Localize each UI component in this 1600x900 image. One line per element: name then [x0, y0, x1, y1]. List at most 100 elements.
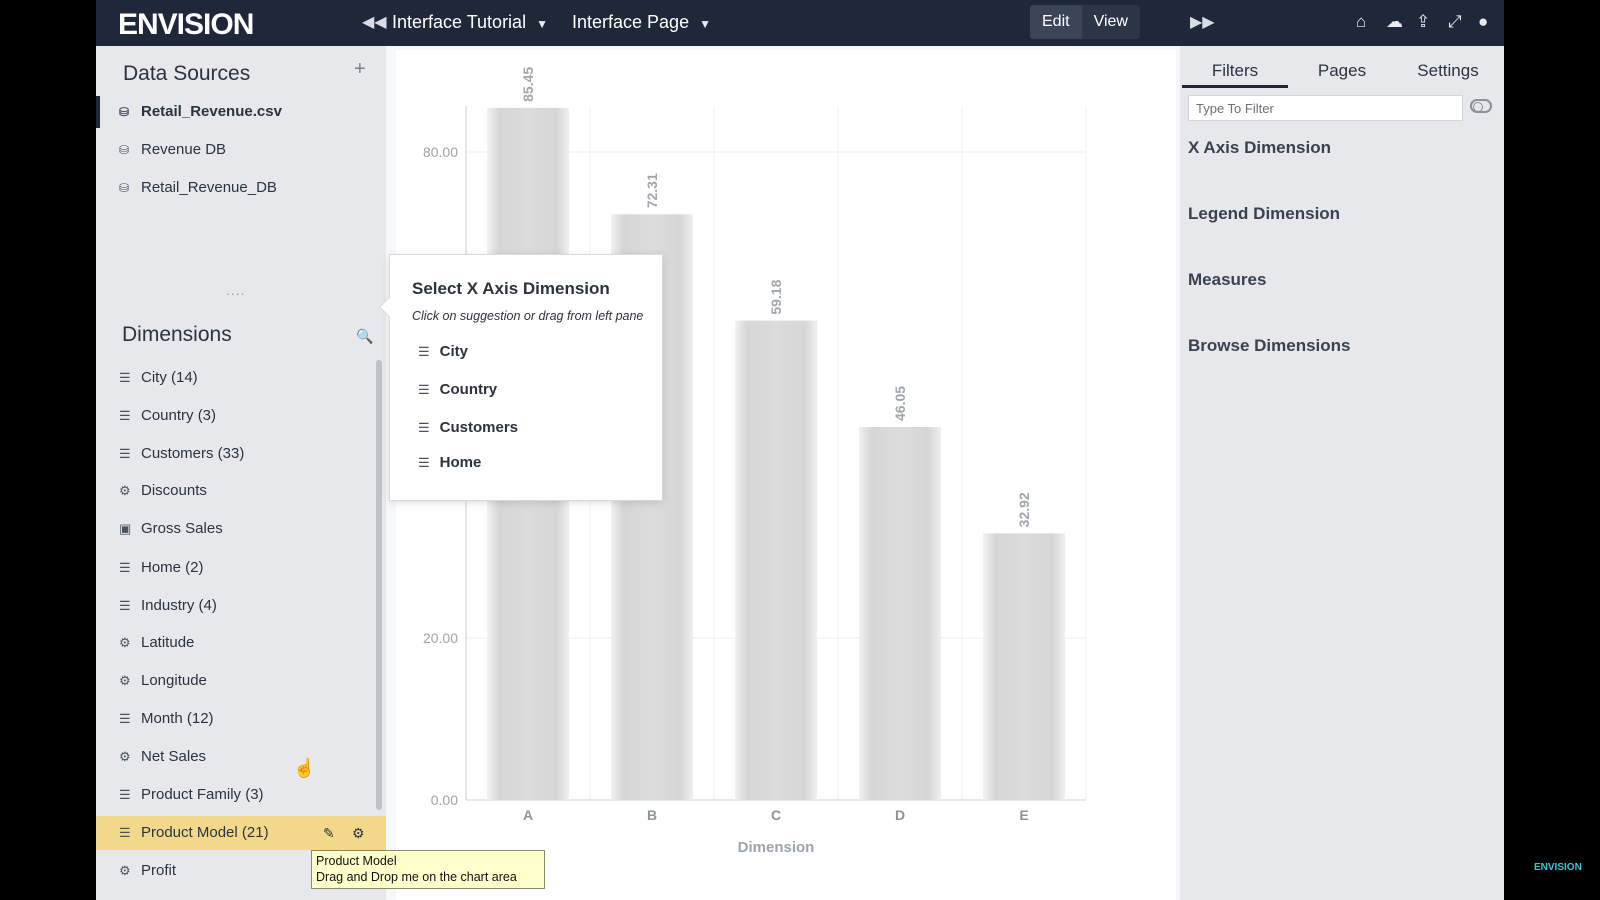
tab-settings[interactable]: Settings — [1396, 54, 1500, 88]
suggestion-label: Customers — [439, 419, 519, 436]
dimension-label: Product Model (21) — [141, 824, 269, 841]
dimension-item[interactable]: ☰ Industry (4) — [96, 589, 386, 623]
add-data-source-button[interactable]: + — [354, 58, 366, 81]
double-chevron-right-icon[interactable]: ▶▶ — [1190, 12, 1215, 32]
dimension-label: Month (12) — [141, 710, 214, 727]
list-icon: ☰ — [119, 711, 131, 726]
dimension-item[interactable]: ⚙ Latitude — [96, 626, 386, 660]
x-tick-label: B — [647, 807, 657, 823]
caret-down-icon: ▼ — [536, 17, 548, 31]
y-tick-label: 0.00 — [431, 792, 458, 808]
data-label: 72.31 — [644, 173, 660, 208]
tab-pages[interactable]: Pages — [1292, 54, 1392, 88]
dimension-item[interactable]: ☰ Customers (33) — [96, 437, 386, 471]
home-icon[interactable]: ⌂ — [1356, 12, 1366, 32]
search-icon[interactable]: 🔍 — [356, 328, 373, 345]
dimension-item[interactable]: ☰ Product Family (3) — [96, 778, 386, 812]
x-axis-dimension-section[interactable]: X Axis Dimension — [1188, 138, 1331, 158]
dimension-item[interactable]: ☰ Home (2) — [96, 551, 386, 585]
dimension-item[interactable]: ☰ Country (3) — [96, 399, 386, 433]
list-icon: ☰ — [418, 382, 430, 397]
data-source-item[interactable]: ⛁ Retail_Revenue_DB — [96, 172, 386, 204]
dimension-label: Net Sales — [141, 748, 207, 765]
drag-hint-tooltip: Product Model Drag and Drop me on the ch… — [311, 850, 545, 889]
page-dropdown-label: Interface Page — [572, 12, 690, 32]
x-tick-label: E — [1019, 807, 1028, 823]
list-icon: ☰ — [119, 560, 131, 575]
dimension-label: Country (3) — [141, 407, 217, 424]
gear-icon: ⚙ — [119, 483, 131, 498]
y-tick-label: 80.00 — [423, 144, 458, 160]
tab-filters[interactable]: Filters — [1182, 54, 1288, 88]
tooltip-text: Drag and Drop me on the chart area — [316, 870, 517, 884]
data-sources-title: Data Sources — [123, 62, 251, 85]
suggestion-item[interactable]: ☰ Customers — [418, 419, 518, 436]
list-icon: ☰ — [119, 825, 131, 840]
view-button[interactable]: View — [1081, 5, 1140, 39]
money-icon: ▣ — [119, 521, 132, 536]
database-icon: ⛁ — [119, 143, 130, 157]
dimension-label: Home (2) — [141, 559, 204, 576]
list-icon: ☰ — [119, 787, 131, 802]
double-chevron-left-icon[interactable]: ◀◀ — [362, 12, 387, 32]
x-axis-suggestion-popover: Select X Axis Dimension Click on suggest… — [379, 254, 663, 501]
suggestion-item[interactable]: ☰ City — [418, 343, 468, 360]
bar — [983, 533, 1065, 800]
x-tick-label: C — [771, 807, 781, 823]
cloud-icon[interactable]: ☁ — [1386, 12, 1403, 32]
tutorial-dropdown[interactable]: Interface Tutorial ▼ — [392, 12, 548, 33]
edit-button[interactable]: Edit — [1030, 5, 1082, 39]
edit-icon[interactable]: ✎ — [323, 816, 335, 850]
upload-icon[interactable]: ⇪ — [1416, 12, 1430, 32]
data-source-item[interactable]: ⛁ Revenue DB — [96, 134, 386, 166]
dimension-item[interactable]: ☰ Month (12) — [96, 702, 386, 736]
hand-cursor-icon: ☝ — [293, 758, 316, 778]
popover-subtitle: Click on suggestion or drag from left pa… — [412, 309, 644, 323]
pane-splitter-handle[interactable]: .... — [226, 282, 246, 298]
expand-icon[interactable]: ⤢ — [1448, 12, 1462, 32]
toggle-switch[interactable] — [1470, 99, 1492, 113]
dimension-item[interactable]: ⚙ Longitude — [96, 664, 386, 698]
list-icon: ☰ — [418, 344, 430, 359]
app-logo: ENVISION — [118, 8, 254, 41]
user-icon[interactable]: ● — [1478, 12, 1488, 32]
caret-down-icon: ▼ — [699, 17, 711, 31]
data-label: 85.45 — [520, 67, 536, 102]
dimension-item[interactable]: ▣ Gross Sales — [96, 512, 386, 546]
gear-icon: ⚙ — [119, 635, 131, 650]
dimension-item[interactable]: ⚙ Discounts — [96, 474, 386, 508]
dimension-item-selected[interactable]: ☰ Product Model (21) ✎ ⚙ — [96, 816, 386, 850]
dimension-item[interactable]: ☰ City (14) — [96, 361, 386, 395]
dimension-label: Discounts — [141, 482, 207, 499]
list-icon: ☰ — [418, 420, 430, 435]
filter-input[interactable] — [1188, 95, 1463, 121]
dimension-item[interactable]: ⚙ Net Sales — [96, 740, 386, 774]
page-dropdown[interactable]: Interface Page ▼ — [572, 12, 711, 33]
dimension-label: Industry (4) — [141, 597, 217, 614]
data-label: 59.18 — [768, 279, 784, 314]
data-source-item[interactable]: ⛁ Retail_Revenue.csv — [96, 96, 386, 128]
suggestion-item[interactable]: ☰ Country — [418, 381, 497, 398]
browse-dimensions-section[interactable]: Browse Dimensions — [1188, 336, 1351, 356]
gear-icon: ⚙ — [119, 673, 131, 688]
suggestion-label: Home — [439, 454, 482, 471]
gear-icon: ⚙ — [119, 863, 131, 878]
x-tick-label: D — [895, 807, 905, 823]
right-pane: Filters Pages Settings X Axis Dimension … — [1180, 46, 1504, 900]
bar — [859, 426, 941, 800]
app-window: ENVISION ◀◀ Interface Tutorial ▼ Interfac… — [96, 0, 1504, 900]
dimensions-scrollbar[interactable] — [376, 360, 382, 810]
mode-toggle-group: Edit View — [1030, 5, 1140, 39]
suggestion-item[interactable]: ☰ Home — [418, 454, 481, 471]
measures-section[interactable]: Measures — [1188, 270, 1266, 290]
legend-dimension-section[interactable]: Legend Dimension — [1188, 204, 1340, 224]
data-source-label: Retail_Revenue.csv — [141, 103, 282, 120]
list-icon: ☰ — [119, 598, 131, 613]
database-icon: ⛁ — [119, 181, 130, 195]
gear-icon[interactable]: ⚙ — [352, 816, 365, 850]
bar — [735, 320, 817, 800]
dimension-label: Longitude — [141, 672, 207, 689]
suggestion-label: Country — [439, 381, 498, 398]
dimension-label: Profit — [141, 862, 177, 879]
data-source-label: Retail_Revenue_DB — [141, 179, 277, 196]
